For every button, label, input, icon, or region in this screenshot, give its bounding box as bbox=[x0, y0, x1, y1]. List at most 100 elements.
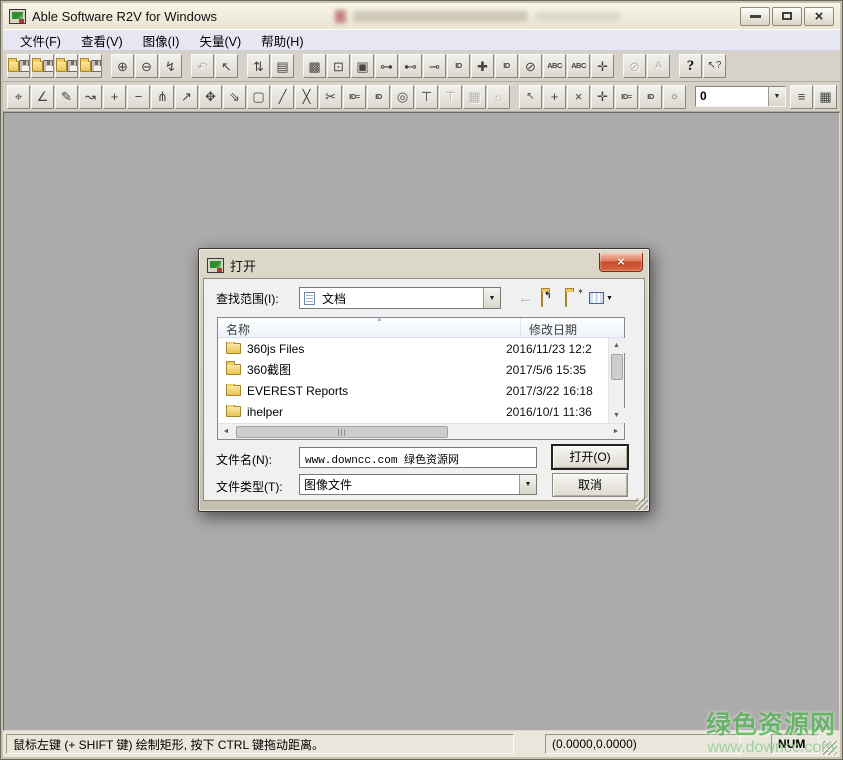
label-text-button[interactable]: ABC bbox=[567, 54, 590, 78]
chevron-down-icon[interactable]: ▼ bbox=[768, 87, 785, 106]
vertical-scrollbar[interactable]: ▲ ▼ bbox=[608, 338, 624, 423]
lookin-combobox[interactable]: 文档 ▼ bbox=[299, 287, 501, 309]
save-vector-as-button[interactable] bbox=[79, 54, 102, 78]
scroll-left-icon[interactable]: ◄ bbox=[218, 424, 234, 439]
filetype-value: 图像文件 bbox=[300, 476, 519, 493]
fit-vertical-button[interactable]: ⇅ bbox=[247, 54, 270, 78]
window-resize-grip[interactable] bbox=[823, 741, 837, 755]
save-button[interactable] bbox=[31, 54, 54, 78]
select-rect-button[interactable]: ▢ bbox=[247, 85, 270, 109]
move-node-button[interactable]: ↝ bbox=[79, 85, 102, 109]
context-help-button[interactable]: ↖? bbox=[703, 54, 726, 78]
zoom-area-button[interactable]: ↯ bbox=[159, 54, 182, 78]
add-node-button[interactable]: + bbox=[103, 85, 126, 109]
image-info-button[interactable]: ▤ bbox=[271, 54, 294, 78]
menu-view[interactable]: 查看(V) bbox=[72, 29, 132, 52]
menubar: 文件(F)查看(V)图像(I)矢量(V)帮助(H) bbox=[3, 29, 840, 51]
hatch-button[interactable]: ◎ bbox=[391, 85, 414, 109]
assign-line-id-button[interactable]: ID bbox=[367, 85, 390, 109]
open-button[interactable] bbox=[7, 54, 30, 78]
move-point-button[interactable]: ✛ bbox=[591, 85, 614, 109]
horizontal-scroll-thumb[interactable] bbox=[236, 426, 448, 438]
chevron-down-icon[interactable]: ▼ bbox=[483, 288, 500, 308]
cross-line-button[interactable]: ╳ bbox=[295, 85, 318, 109]
line-end-node-button[interactable]: ⊸ bbox=[423, 54, 446, 78]
trim-line-button[interactable]: ✂ bbox=[319, 85, 342, 109]
undo-button[interactable]: ↶ bbox=[191, 54, 214, 78]
grid-button[interactable]: ▦ bbox=[814, 85, 837, 109]
chevron-down-icon[interactable]: ▼ bbox=[519, 475, 536, 494]
dialog-close-button[interactable]: × bbox=[599, 253, 643, 272]
crop-button[interactable]: ⊡ bbox=[327, 54, 350, 78]
line-start-node-button[interactable]: ⊶ bbox=[375, 54, 398, 78]
new-folder-button[interactable]: ✶ bbox=[565, 290, 581, 306]
horizontal-scrollbar[interactable]: ◄ ► bbox=[218, 423, 624, 439]
menu-vector[interactable]: 矢量(V) bbox=[190, 29, 250, 52]
elevation-alt-button[interactable]: ⊤ bbox=[439, 85, 462, 109]
close-button[interactable]: × bbox=[804, 7, 834, 26]
save-image-as-button[interactable] bbox=[55, 54, 78, 78]
view-menu-button[interactable]: ▼ bbox=[589, 290, 613, 306]
erase-draw-button[interactable]: ✎ bbox=[55, 85, 78, 109]
move-lines-button[interactable]: ✥ bbox=[199, 85, 222, 109]
column-header-name[interactable]: 名称 bbox=[218, 318, 521, 337]
scroll-up-icon[interactable]: ▲ bbox=[609, 338, 625, 353]
remove-node-button[interactable]: − bbox=[127, 85, 150, 109]
id-point-button[interactable]: ID bbox=[495, 54, 518, 78]
elevation-button[interactable]: ⊤ bbox=[415, 85, 438, 109]
menu-help[interactable]: 帮助(H) bbox=[252, 29, 312, 52]
add-point-button[interactable]: + bbox=[543, 85, 566, 109]
erase-select-button[interactable]: ⊘ bbox=[623, 54, 646, 78]
draw-line-button[interactable]: ∠ bbox=[31, 85, 54, 109]
ihelper[interactable]: ihelper 2016/10/1 11:36 bbox=[218, 401, 608, 422]
select-cursor-button[interactable]: ↖ bbox=[215, 54, 238, 78]
scroll-right-icon[interactable]: ► bbox=[608, 424, 624, 439]
dither-button[interactable]: ▩ bbox=[303, 54, 326, 78]
pick-line-button[interactable]: ⌖ bbox=[7, 85, 30, 109]
snap-node-button[interactable]: ⇘ bbox=[223, 85, 246, 109]
dialog-resize-grip[interactable] bbox=[636, 498, 648, 510]
select-point-button[interactable]: ↖ bbox=[519, 85, 542, 109]
add-point-marker-button[interactable]: ✚ bbox=[471, 54, 494, 78]
image-region-button[interactable]: ▦ bbox=[463, 85, 486, 109]
id-link-button[interactable]: ID bbox=[447, 54, 470, 78]
line-mid-node-button[interactable]: ⊷ bbox=[399, 54, 422, 78]
text-select-button[interactable]: A bbox=[647, 54, 670, 78]
up-one-level-button[interactable]: ↰ bbox=[541, 290, 557, 306]
cancel-button[interactable]: 取消 bbox=[552, 473, 628, 497]
zoom-out-button[interactable]: ⊖ bbox=[135, 54, 158, 78]
zoom-in-button[interactable]: ⊕ bbox=[111, 54, 134, 78]
point-id-set-button[interactable]: ID= bbox=[615, 85, 638, 109]
minimize-button[interactable] bbox=[740, 7, 770, 26]
EVEREST Reports[interactable]: EVEREST Reports 2017/3/22 16:18 bbox=[218, 380, 608, 401]
maximize-button[interactable] bbox=[772, 7, 802, 26]
frame-button[interactable]: ▣ bbox=[351, 54, 374, 78]
menu-image[interactable]: 图像(I) bbox=[134, 29, 189, 52]
scroll-down-icon[interactable]: ▼ bbox=[609, 408, 625, 423]
point-id-button[interactable]: ID bbox=[639, 85, 662, 109]
filetype-combobox[interactable]: 图像文件 ▼ bbox=[299, 474, 537, 495]
filename-input[interactable]: www.downcc.com 绿色资源网 bbox=[299, 447, 537, 468]
layers-button[interactable]: ≡ bbox=[790, 85, 813, 109]
open-confirm-button[interactable]: 打开(O) bbox=[552, 445, 628, 469]
point-light-button[interactable]: ☼ bbox=[663, 85, 686, 109]
vertical-scroll-thumb[interactable] bbox=[611, 354, 623, 380]
slash-node-button[interactable]: ╱ bbox=[271, 85, 294, 109]
delete-point-button[interactable]: × bbox=[567, 85, 590, 109]
menu-file[interactable]: 文件(F) bbox=[11, 29, 70, 52]
column-header-date[interactable]: 修改日期 bbox=[521, 318, 624, 337]
set-line-id-button[interactable]: ID= bbox=[343, 85, 366, 109]
remove-marker-button[interactable]: ⊘ bbox=[519, 54, 542, 78]
help-button[interactable]: ? bbox=[679, 54, 702, 78]
360截图[interactable]: 360截图 2017/5/6 15:35 bbox=[218, 359, 608, 380]
folder-icon bbox=[80, 61, 91, 72]
join-line-button[interactable]: ↗ bbox=[175, 85, 198, 109]
label-box-button[interactable]: ABC bbox=[543, 54, 566, 78]
layer-combobox[interactable]: 0 ▼ bbox=[695, 86, 786, 107]
line-light-button[interactable]: ☼ bbox=[487, 85, 510, 109]
back-button[interactable]: ← bbox=[518, 290, 533, 306]
360js Files[interactable]: 360js Files 2016/11/23 12:2 bbox=[218, 338, 608, 359]
center-mark-button[interactable]: ✛ bbox=[591, 54, 614, 78]
split-line-button[interactable]: ⋔ bbox=[151, 85, 174, 109]
window-title: Able Software R2V for Windows bbox=[32, 9, 217, 24]
